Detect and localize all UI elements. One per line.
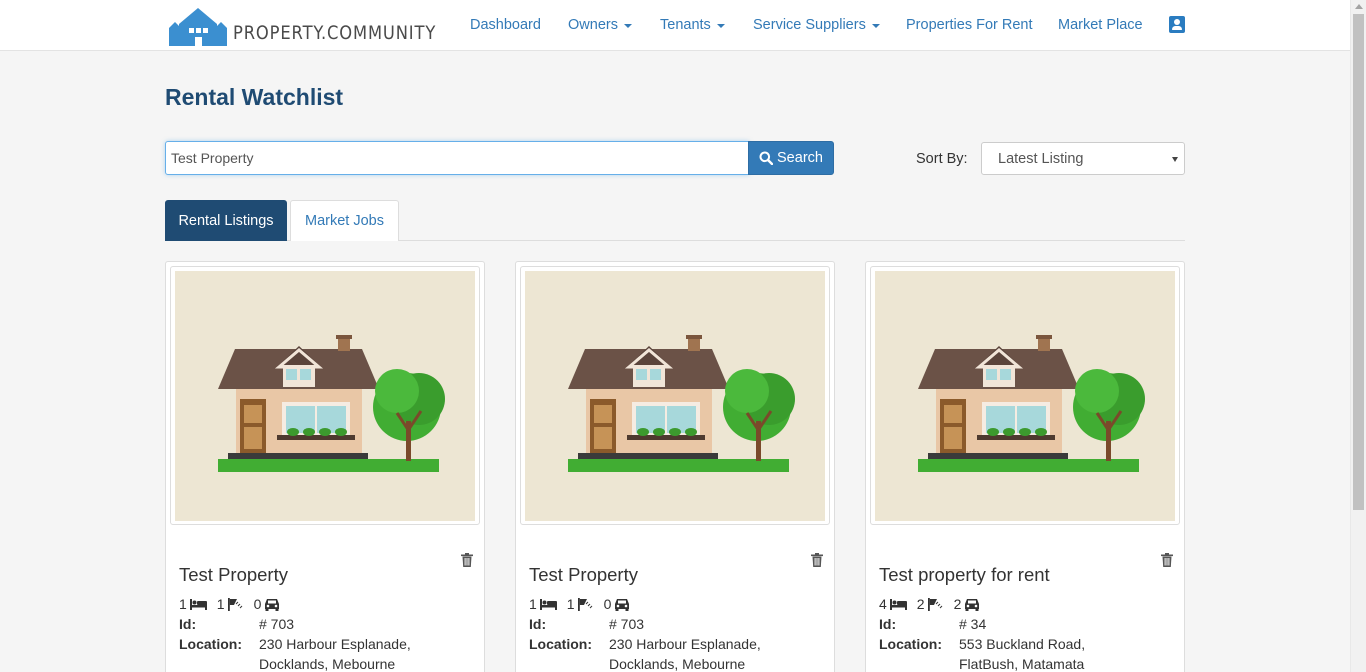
page-scrollbar[interactable] [1350, 0, 1366, 672]
trash-icon[interactable] [1161, 553, 1173, 567]
id-label: Id: [179, 616, 197, 632]
listing-image[interactable] [870, 266, 1180, 525]
car-icon [265, 598, 280, 611]
bedroom-count-value: 4 [879, 596, 887, 612]
listing-features: 1 1 0 [529, 596, 640, 612]
trash-icon[interactable] [461, 553, 473, 567]
bedroom-count-value: 1 [179, 596, 187, 612]
nav-market-place-label: Market Place [1058, 17, 1143, 33]
location-line-1: 230 Harbour Esplanade, [609, 636, 761, 652]
brand-name: PROPERTY.COMMUNITY [233, 22, 437, 44]
listing-card[interactable]: Test Property 1 1 0 Id: # 703 Location: … [165, 261, 485, 672]
location-line-1: 230 Harbour Esplanade, [259, 636, 411, 652]
house-illustration [218, 335, 445, 472]
id-value: # 34 [959, 616, 987, 632]
location-line-2: FlatBush, Matamata [959, 656, 1085, 672]
nav-dashboard-label: Dashboard [470, 17, 541, 33]
parking-count: 0 [604, 596, 631, 612]
location-label: Location: [529, 636, 592, 652]
tab-market-jobs[interactable]: Market Jobs [290, 200, 399, 241]
location-line-2: Docklands, Mebourne [259, 656, 396, 672]
scroll-thumb[interactable] [1353, 14, 1364, 510]
profile-icon[interactable] [1169, 16, 1185, 33]
nav-market-place[interactable]: Market Place [1058, 0, 1143, 50]
listing-features: 1 1 0 [179, 596, 290, 612]
tab-rental-listings-label: Rental Listings [178, 212, 274, 229]
bathroom-count: 1 [217, 596, 244, 612]
caret-down-icon [871, 24, 880, 28]
nav-properties-for-rent-label: Properties For Rent [906, 17, 1033, 33]
search-button-label: Search [777, 150, 823, 166]
nav-properties-for-rent[interactable]: Properties For Rent [906, 0, 1033, 50]
sort-selected-value: Latest Listing [998, 150, 1084, 167]
nav-service-suppliers[interactable]: Service Suppliers [753, 0, 880, 50]
id-label: Id: [879, 616, 897, 632]
bath-icon [927, 597, 942, 611]
id-label: Id: [529, 616, 547, 632]
brand-logo[interactable]: PROPERTY.COMMUNITY [169, 4, 469, 46]
tab-rental-listings[interactable]: Rental Listings [165, 200, 287, 241]
page-title: Rental Watchlist [165, 84, 344, 110]
location-line-1: 553 Buckland Road, [959, 636, 1086, 652]
trash-icon[interactable] [811, 553, 823, 567]
house-illustration [918, 335, 1145, 472]
bedroom-count-value: 1 [529, 596, 537, 612]
caret-down-icon [623, 24, 632, 28]
id-value: # 703 [609, 616, 645, 632]
bedroom-count: 1 [529, 596, 557, 612]
bathroom-count-value: 1 [216, 596, 225, 612]
bath-icon [227, 597, 242, 611]
parking-count-value: 2 [953, 596, 962, 612]
bathroom-count-value: 2 [916, 596, 925, 612]
dropdown-arrow-icon [1172, 157, 1178, 162]
location-label: Location: [879, 636, 942, 652]
search-icon [759, 151, 774, 165]
listing-features: 4 2 2 [879, 596, 990, 612]
bathroom-count-value: 1 [566, 596, 575, 612]
location-label: Location: [179, 636, 242, 652]
nav-owners[interactable]: Owners [568, 0, 632, 50]
parking-count-value: 0 [253, 596, 262, 612]
bed-icon [889, 598, 907, 610]
listing-card[interactable]: Test Property 1 1 0 Id: # 703 Location: … [515, 261, 835, 672]
listing-image[interactable] [520, 266, 830, 525]
house-logo-icon [169, 8, 227, 46]
sort-select[interactable]: Latest Listing [981, 142, 1185, 175]
top-navbar: PROPERTY.COMMUNITY Dashboard Owners Tena… [0, 0, 1350, 51]
listing-title[interactable]: Test Property [179, 564, 288, 586]
scroll-up-icon[interactable] [1355, 4, 1363, 9]
bathroom-count: 2 [917, 596, 944, 612]
location-line-2: Docklands, Mebourne [609, 656, 746, 672]
car-icon [965, 598, 980, 611]
bathroom-count: 1 [567, 596, 594, 612]
listing-image[interactable] [170, 266, 480, 525]
nav-tenants-label: Tenants [660, 17, 711, 33]
bath-icon [577, 597, 592, 611]
parking-count-value: 0 [603, 596, 612, 612]
house-illustration [568, 335, 795, 472]
parking-count: 0 [254, 596, 281, 612]
bedroom-count: 1 [179, 596, 207, 612]
listing-title[interactable]: Test property for rent [879, 564, 1050, 586]
bedroom-count: 4 [879, 596, 907, 612]
nav-service-suppliers-label: Service Suppliers [753, 17, 866, 33]
parking-count: 2 [954, 596, 981, 612]
search-button[interactable]: Search [748, 141, 834, 175]
tab-market-jobs-label: Market Jobs [305, 213, 384, 229]
listing-title[interactable]: Test Property [529, 564, 638, 586]
search-input[interactable] [165, 141, 749, 175]
sort-label: Sort By: [916, 151, 968, 167]
id-value: # 703 [259, 616, 295, 632]
bed-icon [189, 598, 207, 610]
listing-card[interactable]: Test property for rent 4 2 2 Id: # 34 Lo… [865, 261, 1185, 672]
bed-icon [539, 598, 557, 610]
caret-down-icon [716, 24, 725, 28]
car-icon [615, 598, 630, 611]
nav-tenants[interactable]: Tenants [660, 0, 725, 50]
nav-owners-label: Owners [568, 17, 618, 33]
nav-dashboard[interactable]: Dashboard [470, 0, 541, 50]
